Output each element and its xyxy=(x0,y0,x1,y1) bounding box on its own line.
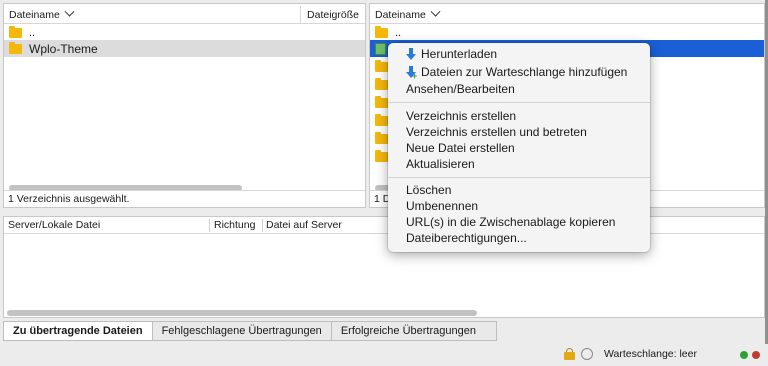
folder-icon xyxy=(375,149,388,162)
local-row-parent[interactable]: .. xyxy=(4,24,365,41)
folder-icon xyxy=(375,95,388,108)
remote-column-header: Dateiname xyxy=(370,6,764,24)
folder-icon xyxy=(375,59,388,72)
chevron-down-icon xyxy=(430,6,441,17)
context-menu: Herunterladen + Dateien zur Warteschlang… xyxy=(388,43,650,252)
add-to-queue-icon: + xyxy=(406,65,417,80)
tab-failed-transfers[interactable]: Fehlgeschlagene Übertragungen xyxy=(151,321,332,341)
menu-item-new-file[interactable]: Neue Datei erstellen xyxy=(406,140,515,156)
menu-item-rename[interactable]: Umbenennen xyxy=(406,198,478,214)
transfer-queue[interactable]: Server/Lokale Datei Richtung Datei auf S… xyxy=(3,216,765,318)
menu-separator xyxy=(388,177,650,178)
menu-item-download[interactable]: Herunterladen xyxy=(406,46,497,62)
filezilla-window: Dateiname Dateigröße .. Wplo-Theme 1 Ver… xyxy=(0,0,768,366)
folder-icon xyxy=(9,41,22,54)
local-filename-column[interactable]: Dateiname xyxy=(4,6,75,21)
queue-status-text: Warteschlange: leer xyxy=(604,348,697,360)
local-row-wplo-theme[interactable]: Wplo-Theme xyxy=(4,40,365,57)
remote-filename-column[interactable]: Dateiname xyxy=(370,6,441,21)
local-file-list[interactable]: Dateiname Dateigröße .. Wplo-Theme 1 Ver… xyxy=(3,3,366,208)
queue-column-header: Server/Lokale Datei Richtung Datei auf S… xyxy=(4,217,764,234)
menu-item-refresh[interactable]: Aktualisieren xyxy=(406,156,475,172)
local-row-label: Wplo-Theme xyxy=(29,41,98,56)
chevron-down-icon xyxy=(64,6,75,17)
local-column-header: Dateiname Dateigröße xyxy=(4,6,365,24)
folder-icon xyxy=(375,77,388,90)
menu-item-view-edit[interactable]: Ansehen/Bearbeiten xyxy=(406,81,515,97)
folder-icon xyxy=(9,25,22,38)
folder-icon xyxy=(375,113,388,126)
local-filesize-header-label: Dateigröße xyxy=(307,9,359,21)
menu-item-create-directory[interactable]: Verzeichnis erstellen xyxy=(406,108,516,124)
lock-icon[interactable] xyxy=(564,348,575,360)
folder-icon xyxy=(375,25,388,38)
column-divider xyxy=(262,219,263,232)
remote-filename-header-label: Dateiname xyxy=(375,8,426,21)
menu-item-file-permissions[interactable]: Dateiberechtigungen... xyxy=(406,230,527,246)
menu-item-delete[interactable]: Löschen xyxy=(406,182,451,198)
queue-header-file[interactable]: Server/Lokale Datei xyxy=(8,217,100,234)
queue-header-direction[interactable]: Richtung xyxy=(214,217,255,234)
menu-separator xyxy=(388,102,650,103)
folder-icon xyxy=(375,131,388,144)
menu-item-create-enter-directory[interactable]: Verzeichnis erstellen und betreten xyxy=(406,124,587,140)
speed-limit-icon[interactable] xyxy=(581,348,593,360)
menu-item-add-to-queue[interactable]: + Dateien zur Warteschlange hinzufügen xyxy=(406,64,627,80)
local-status-text: 1 Verzeichnis ausgewählt. xyxy=(4,190,365,207)
queue-header-remote[interactable]: Datei auf Server xyxy=(266,217,342,234)
activity-led-icon xyxy=(752,351,760,359)
queue-horizontal-scrollbar[interactable] xyxy=(7,310,477,316)
status-bar: Warteschlange: leer xyxy=(0,344,768,366)
tab-queued-files[interactable]: Zu übertragende Dateien xyxy=(3,321,153,341)
remote-row-label: .. xyxy=(395,26,402,39)
column-divider xyxy=(209,219,210,232)
menu-item-label: Herunterladen xyxy=(421,47,498,61)
local-filesize-column[interactable]: Dateigröße xyxy=(300,6,359,24)
queue-tabs: Zu übertragende Dateien Fehlgeschlagene … xyxy=(3,321,497,341)
local-filename-header-label: Dateiname xyxy=(9,8,60,21)
activity-led-icon xyxy=(740,351,748,359)
tab-successful-transfers[interactable]: Erfolgreiche Übertragungen xyxy=(330,321,497,341)
menu-item-copy-url[interactable]: URL(s) in die Zwischenablage kopieren xyxy=(406,214,615,230)
local-row-label: .. xyxy=(29,26,36,39)
remote-row-parent[interactable]: .. xyxy=(370,24,764,41)
menu-item-label: Dateien zur Warteschlange hinzufügen xyxy=(421,65,628,79)
download-icon xyxy=(406,47,416,61)
file-icon xyxy=(375,42,386,55)
